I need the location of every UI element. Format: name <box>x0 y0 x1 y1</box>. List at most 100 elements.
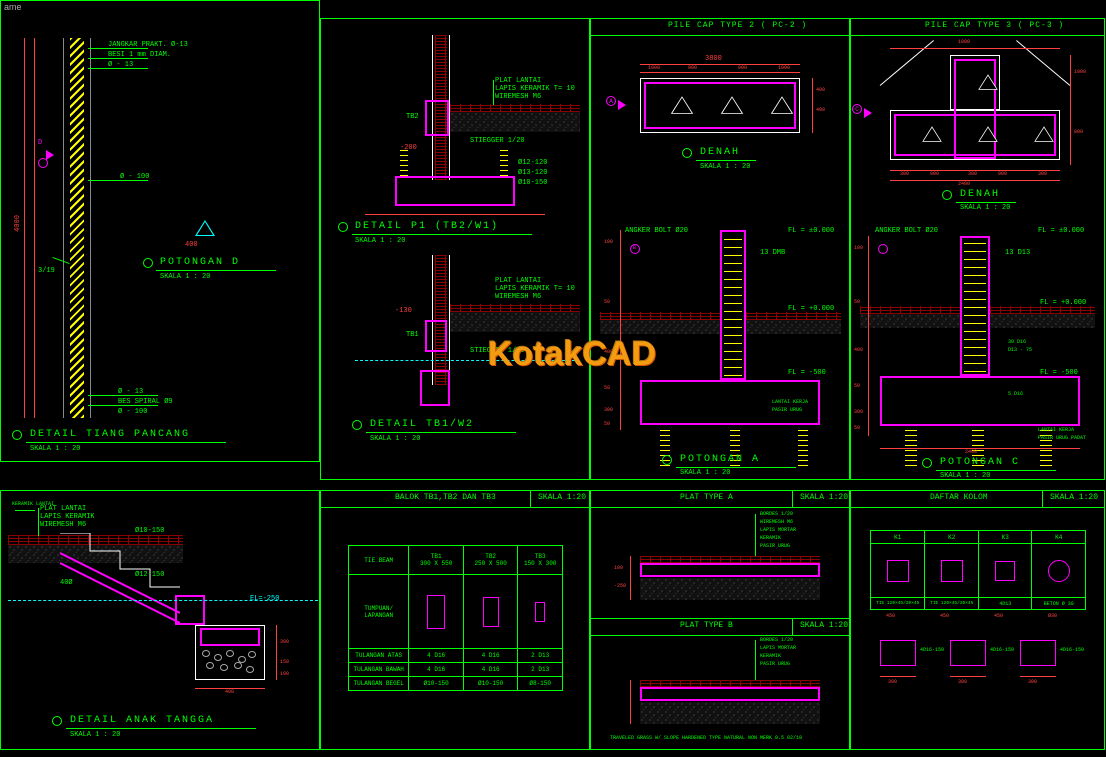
note: FL = -500 <box>1040 370 1078 377</box>
note: Ø - 13 <box>108 62 133 69</box>
footing <box>395 176 515 206</box>
panel-1 <box>0 0 320 462</box>
note: KERAMIK <box>760 536 781 541</box>
title: DETAIL TIANG PANCANG <box>30 430 190 440</box>
dim: 400 <box>816 88 825 93</box>
slab-fill <box>990 314 1095 328</box>
title: DENAH <box>700 148 740 158</box>
note: 40Ø <box>60 580 73 587</box>
note: FL = +0.000 <box>1040 300 1086 307</box>
panel-header: BALOK TB1,TB2 DAN TB3 <box>395 494 496 502</box>
slab-top <box>450 304 580 312</box>
note: Ø10-150 <box>518 180 547 187</box>
sect-arrow <box>618 100 626 110</box>
underline <box>696 160 756 161</box>
title: POTONGAN A <box>680 455 760 465</box>
rebar <box>500 150 508 178</box>
note: STIEGGER 1/20 <box>470 138 525 145</box>
note: 4D16-150 <box>1060 648 1084 653</box>
note: 13 D13 <box>1005 250 1030 257</box>
dim: 50 <box>604 386 610 391</box>
slab-speckle <box>450 312 580 332</box>
note: BORDES 1/20 <box>760 638 793 643</box>
dim <box>1020 676 1056 677</box>
dim: 50 <box>604 300 610 305</box>
dim: 300 <box>958 680 967 685</box>
note: Ø - 13 <box>118 389 143 396</box>
dim <box>630 680 631 724</box>
hdr-div <box>1042 490 1043 508</box>
note: TB2 <box>406 114 419 121</box>
note: KERAMIK LANTAI <box>12 502 54 507</box>
dim <box>24 38 25 418</box>
slab <box>600 312 720 320</box>
note: PLAT LANTAI <box>495 78 541 85</box>
title: DETAIL TB1/W2 <box>370 420 474 430</box>
dim: -130 <box>395 308 412 315</box>
note: PASIR URUG <box>772 408 802 413</box>
note: 4D16-150 <box>990 648 1014 653</box>
note: LANTAI KERJA <box>772 400 808 405</box>
ref-circle: A <box>606 96 616 106</box>
dim: 450 <box>940 614 949 619</box>
note: LAPIS KERAMIK T= 10 <box>495 86 575 93</box>
pile-zigzag <box>70 38 84 418</box>
panel-header: PLAT TYPE B <box>680 622 733 630</box>
title: DENAH <box>960 190 1000 200</box>
dim <box>868 236 869 436</box>
note: LAPIS KERAMIK <box>40 514 95 521</box>
footnote: TRAVELED GRASS W/ SLOPE HARDENED TYPE NA… <box>610 736 802 741</box>
dim: 300 <box>900 172 909 177</box>
platB-fill <box>640 702 820 724</box>
ref-circle <box>878 244 888 254</box>
slab-fill <box>746 320 841 334</box>
pilecap <box>880 376 1080 426</box>
note: LAPIS KERAMIK T= 10 <box>495 286 575 293</box>
scale: SKALA 1 : 20 <box>160 274 210 281</box>
ref-circle <box>12 430 22 440</box>
ref-circle <box>682 148 692 158</box>
panel-scale: SKALA 1:20 <box>538 494 586 502</box>
dim: 1000 <box>778 66 790 71</box>
note: PLAT LANTAI <box>40 506 86 513</box>
panel-header: PILE CAP TYPE 3 ( PC-3 ) <box>925 22 1064 30</box>
note: EL=-250 <box>250 596 279 603</box>
dim: 50 <box>604 422 610 427</box>
ref-circle <box>662 455 672 465</box>
panel-scale: SKALA 1:20 <box>800 494 848 502</box>
note: 5 D16 <box>1008 392 1023 397</box>
sect-mark: B <box>633 246 636 251</box>
leader <box>493 80 494 105</box>
note: Ø12-120 <box>518 160 547 167</box>
beam-tb1 <box>425 320 447 352</box>
panel-8 <box>850 490 1105 750</box>
dim <box>1070 55 1071 165</box>
dim: 50 <box>854 300 860 305</box>
panel-header: PLAT TYPE A <box>680 494 733 502</box>
beam-tb2 <box>425 100 449 136</box>
ref-circle <box>942 190 952 200</box>
dim: 1000 <box>958 40 970 45</box>
balok-table: TIE BEAM TB1 300 X 550 TB2 250 X 500 TB3… <box>348 545 563 691</box>
dim <box>640 64 800 65</box>
title: DETAIL P1 (TB2/W1) <box>355 222 499 232</box>
hdr-div <box>792 490 793 508</box>
scale: SKALA 1 : 20 <box>940 473 990 480</box>
stair-svg <box>60 533 180 633</box>
platA-top <box>640 556 820 563</box>
dim: 450 <box>994 614 1003 619</box>
kolom-top-table: K1 K2 K3 K4 TIE 120×45/20×45 TIE 120×45/… <box>870 530 1086 610</box>
panel-header: PILE CAP TYPE 2 ( PC-2 ) <box>668 22 807 30</box>
dim: 900 <box>688 66 697 71</box>
dim: -200 <box>400 145 417 152</box>
dim: 1000 <box>1074 70 1086 75</box>
dim <box>620 230 621 430</box>
dim: 400 <box>225 690 234 695</box>
stirrups <box>724 234 742 376</box>
ref-circle <box>52 716 62 726</box>
dim: 400 <box>185 242 198 249</box>
platA-slab <box>640 563 820 577</box>
dim <box>34 38 35 418</box>
scale: SKALA 1 : 20 <box>680 470 730 477</box>
note: FL = ±0.000 <box>1038 228 1084 235</box>
